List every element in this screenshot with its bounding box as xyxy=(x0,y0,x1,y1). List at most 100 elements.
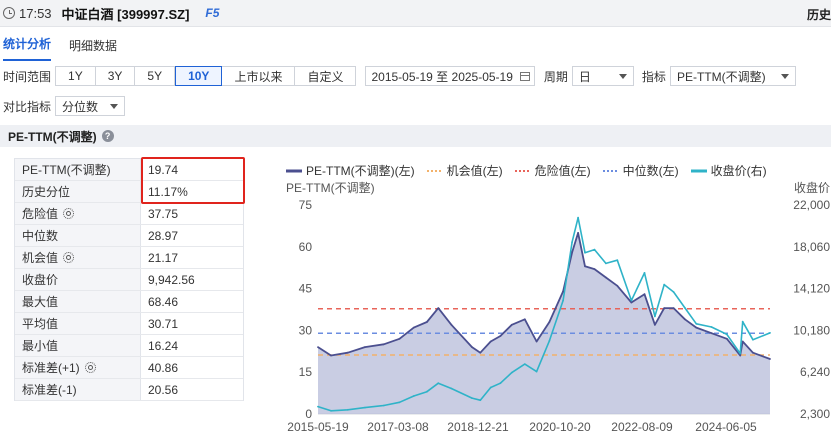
legend-swatch xyxy=(286,169,302,172)
close-price-point xyxy=(479,399,482,402)
stats-value: 16.24 xyxy=(148,338,179,353)
legend-item[interactable]: 危险值(左) xyxy=(514,162,591,179)
calendar-icon[interactable] xyxy=(519,71,530,81)
close-price-point xyxy=(577,216,579,219)
legend-swatch xyxy=(514,169,531,172)
legend-swatch xyxy=(602,169,619,172)
indicator-select[interactable]: PE-TTM(不调整) xyxy=(669,66,796,86)
stats-row: 最大值 68.46 xyxy=(15,291,243,313)
close-price-point xyxy=(562,299,564,302)
gear-icon[interactable] xyxy=(63,252,75,263)
stats-key-text: PE-TTM(不调整) xyxy=(22,163,111,177)
period-select[interactable]: 日 xyxy=(571,66,634,86)
help-icon[interactable]: ? xyxy=(101,130,114,142)
close-price-point xyxy=(726,333,728,336)
gear-icon[interactable] xyxy=(84,362,96,373)
close-price-point xyxy=(769,332,771,334)
close-price-point xyxy=(684,307,686,309)
stats-value: 68.46 xyxy=(148,294,179,309)
legend-item[interactable]: 收盘价(右) xyxy=(690,162,767,179)
pe-point xyxy=(426,321,428,323)
range-button-3y[interactable]: 3Y xyxy=(95,66,136,86)
stats-key-text: 最大值 xyxy=(22,295,59,309)
range-button-5y[interactable]: 5Y xyxy=(135,66,176,86)
date-range-picker[interactable]: 2015-05-19 至 2025-05-19 xyxy=(365,66,535,86)
close-price-point xyxy=(571,241,573,243)
close-price-point xyxy=(593,248,596,251)
chevron-down-icon xyxy=(618,73,627,79)
range-button-1y[interactable]: 1Y xyxy=(55,66,96,86)
close-price-point xyxy=(450,387,453,390)
history-link[interactable]: 历史 xyxy=(807,6,831,23)
stats-value: 30.71 xyxy=(148,316,179,331)
legend-label: 机会值(左) xyxy=(446,164,503,178)
tab-detail-data[interactable]: 明细数据 xyxy=(69,37,117,61)
close-price-point xyxy=(672,291,675,293)
f5-shortcut[interactable]: F5 xyxy=(205,6,219,20)
right-tick-label: 10,180 xyxy=(793,323,830,337)
x-tick-label: 2020-10-20 xyxy=(529,420,591,434)
stats-row: 危险值 37.75 xyxy=(15,203,243,225)
stats-row: 标准差(+1) 40.86 xyxy=(15,357,243,379)
security-title: 中证白酒 [399997.SZ] xyxy=(61,6,190,22)
close-price-point xyxy=(426,390,428,393)
close-price-point xyxy=(548,339,551,342)
pe-point xyxy=(317,346,319,348)
x-tick-label: 2015-05-19 xyxy=(287,420,349,434)
close-price-point xyxy=(695,322,698,325)
close-price-point xyxy=(630,299,633,302)
stats-key: 标准差(+1) xyxy=(15,357,141,378)
pe-point xyxy=(450,323,453,326)
legend-swatch xyxy=(690,169,707,172)
close-price-point xyxy=(499,382,502,385)
stats-value: 9,942.56 xyxy=(148,272,195,287)
tab-statistics[interactable]: 统计分析 xyxy=(3,35,52,61)
x-tick-label: 2018-12-21 xyxy=(447,420,509,434)
range-button-10y[interactable]: 10Y xyxy=(175,66,223,86)
compare-value: 分位数 xyxy=(62,99,99,114)
pe-point xyxy=(479,351,482,354)
pe-point xyxy=(330,354,332,357)
stats-key: 中位数 xyxy=(15,225,141,246)
pe-point xyxy=(593,268,596,270)
stats-row: 机会值 21.17 xyxy=(15,247,243,269)
pe-point xyxy=(605,276,607,279)
right-tick-label: 14,120 xyxy=(793,282,830,296)
close-price-point xyxy=(412,395,415,397)
pe-point xyxy=(510,323,513,326)
stats-key-text: 机会值 xyxy=(22,251,59,265)
close-price-point xyxy=(710,326,713,328)
range-button-custom[interactable]: 自定义 xyxy=(295,66,357,86)
right-tick-label: 18,060 xyxy=(793,240,830,254)
pe-point xyxy=(562,290,564,293)
compare-row: 对比指标 分位数 xyxy=(0,96,126,116)
pe-point xyxy=(523,318,526,321)
top-bar: 17:53 中证白酒 [399997.SZ] F5 历史 xyxy=(0,0,831,27)
right-tick-label: 2,300 xyxy=(800,407,830,421)
x-tick-label: 2022-08-09 xyxy=(611,420,673,434)
range-button-since-listing[interactable]: 上市以来 xyxy=(222,66,296,86)
left-tick-label: 45 xyxy=(299,282,313,296)
stats-row: 中位数 28.97 xyxy=(15,225,243,247)
stats-key: 历史分位 xyxy=(15,181,141,202)
compare-select[interactable]: 分位数 xyxy=(55,96,126,116)
stats-value: 28.97 xyxy=(148,228,179,243)
legend-item[interactable]: 中位数(左) xyxy=(602,162,679,179)
pe-point xyxy=(535,340,538,343)
legend-item[interactable]: 机会值(左) xyxy=(426,162,503,179)
pe-point xyxy=(672,307,675,309)
pe-point xyxy=(643,293,646,296)
legend-label: 收盘价(右) xyxy=(710,164,767,178)
pe-point xyxy=(684,318,686,321)
legend-label: 中位数(左) xyxy=(622,164,679,178)
close-price-point xyxy=(616,259,619,262)
close-price-point xyxy=(471,397,473,399)
pe-point xyxy=(752,351,754,354)
left-tick-label: 0 xyxy=(305,407,312,421)
stats-key-text: 标准差(+1) xyxy=(22,361,80,375)
legend-item[interactable]: PE-TTM(不调整)(左) xyxy=(286,162,415,179)
stats-key-text: 平均值 xyxy=(22,317,59,331)
stats-value: 21.17 xyxy=(148,250,179,265)
gear-icon[interactable] xyxy=(63,208,75,219)
pe-point xyxy=(471,346,473,348)
